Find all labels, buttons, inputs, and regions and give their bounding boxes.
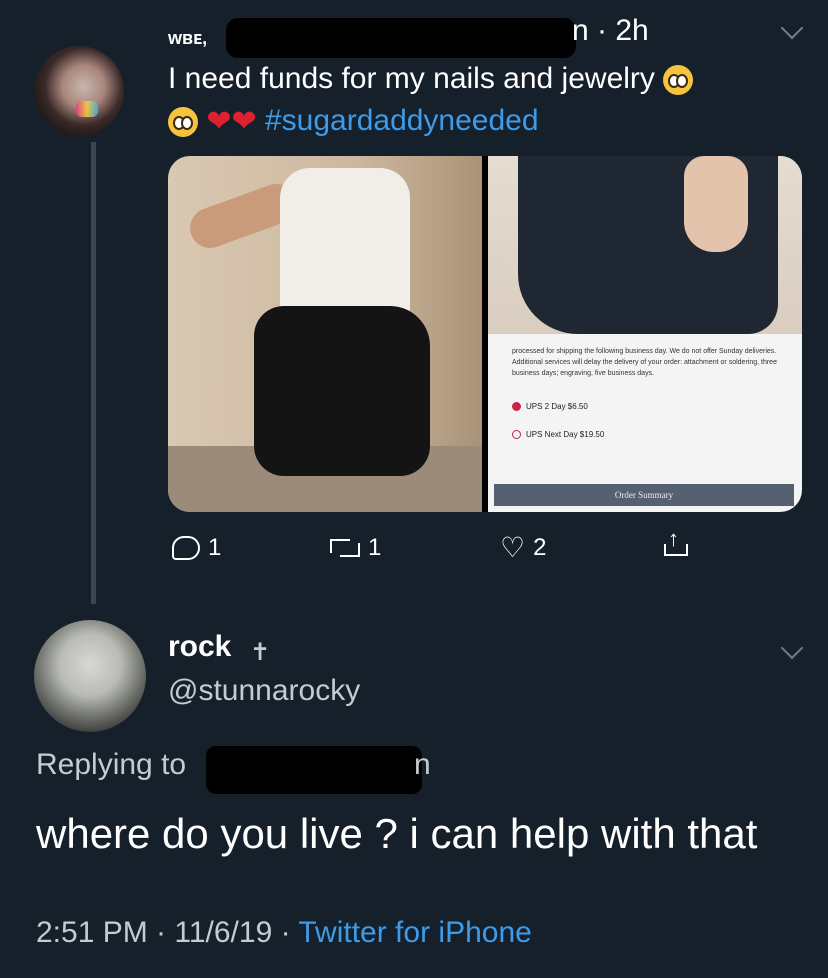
photo-right[interactable]: processed for shipping the following bus… bbox=[488, 156, 802, 512]
reply-icon bbox=[172, 536, 200, 560]
red-heart-emoji-icon: ❤ bbox=[231, 105, 257, 139]
reply-button[interactable]: 1 bbox=[172, 534, 221, 562]
hand bbox=[684, 156, 748, 252]
cross-icon: ✝ bbox=[250, 639, 271, 666]
user-avatar[interactable] bbox=[34, 620, 146, 732]
chevron-down-icon[interactable] bbox=[780, 636, 804, 660]
hashtag-link[interactable]: #sugardaddyneeded bbox=[265, 104, 539, 137]
red-heart-emoji-icon: ❤ bbox=[206, 105, 232, 139]
retweet-button[interactable]: 1 bbox=[330, 534, 381, 562]
tweet-text: I need funds for my nails and jewelry ❤❤… bbox=[168, 58, 788, 142]
pleading-face-emoji-icon bbox=[168, 107, 198, 138]
chevron-down-icon[interactable] bbox=[780, 16, 804, 40]
user-handle[interactable]: @stunnarocky bbox=[168, 674, 360, 708]
like-button[interactable]: ♡ 2 bbox=[500, 534, 546, 562]
photo-left[interactable] bbox=[168, 156, 482, 512]
reply-text: where do you live ? i can help with that bbox=[36, 810, 758, 857]
display-name[interactable]: rock bbox=[168, 630, 231, 664]
order-info-text: processed for shipping the following bus… bbox=[512, 348, 777, 377]
radio-selected-icon bbox=[512, 402, 521, 412]
source-link[interactable]: Twitter for iPhone bbox=[298, 916, 531, 949]
display-name-fragment[interactable]: ᴡʙᴇ, bbox=[168, 28, 207, 49]
share-icon bbox=[664, 526, 688, 556]
replying-to-label: Replying to bbox=[36, 748, 187, 781]
sticker-decoration bbox=[76, 101, 98, 117]
order-summary-bar: Order Summary bbox=[494, 484, 794, 506]
heart-outline-icon: ♡ bbox=[500, 532, 526, 563]
black-shorts bbox=[254, 306, 430, 476]
redaction-bar bbox=[226, 18, 576, 58]
thread-line bbox=[91, 142, 96, 604]
media-grid[interactable]: processed for shipping the following bus… bbox=[168, 156, 802, 512]
share-button[interactable] bbox=[664, 526, 688, 556]
retweet-count: 1 bbox=[368, 534, 382, 561]
tweet-body: I need funds for my nails and jewelry bbox=[168, 62, 655, 95]
timestamp[interactable]: 2:51 PM · 11/6/19 · bbox=[36, 916, 298, 949]
tweet-meta: n · 2h bbox=[572, 14, 649, 47]
shipping-option: UPS Next Day $19.50 bbox=[512, 430, 604, 440]
pleading-face-emoji-icon bbox=[663, 65, 694, 96]
user-avatar[interactable] bbox=[34, 46, 124, 136]
reply-count: 1 bbox=[208, 534, 222, 561]
retweet-icon bbox=[330, 539, 360, 557]
replying-to-fragment[interactable]: n bbox=[414, 748, 431, 782]
redaction-bar bbox=[206, 746, 422, 794]
white-top bbox=[280, 168, 410, 318]
like-count: 2 bbox=[533, 534, 547, 561]
tweet-footer: 2:51 PM · 11/6/19 · Twitter for iPhone bbox=[36, 916, 532, 950]
radio-icon bbox=[512, 430, 521, 440]
shipping-option: UPS 2 Day $6.50 bbox=[512, 402, 588, 412]
